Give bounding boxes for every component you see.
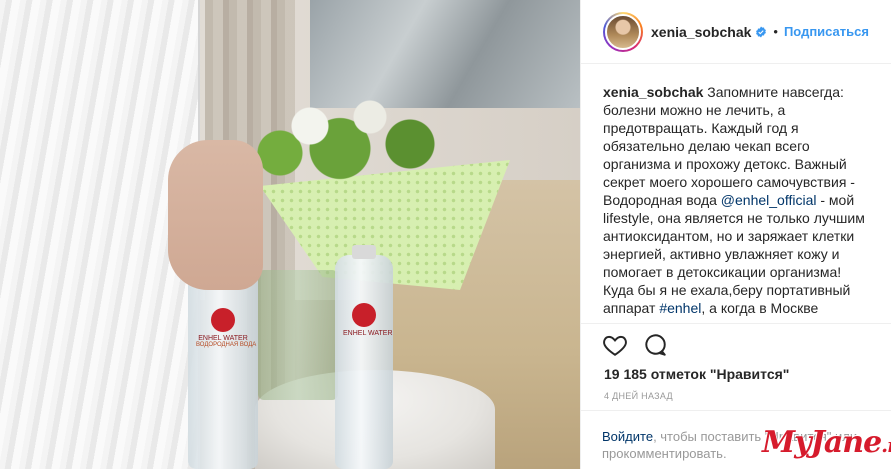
follow-button[interactable]: Подписаться	[784, 24, 869, 39]
water-bottle-2: ENHEL WATER	[335, 245, 393, 469]
caption-username[interactable]: xenia_sobchak	[603, 84, 703, 100]
avatar-image	[605, 13, 641, 50]
login-link[interactable]: Войдите	[602, 429, 653, 444]
caption-text-1: Запомните навсегда: болезни можно не леч…	[603, 84, 855, 208]
bottle-logo-icon	[211, 308, 235, 332]
caption-hashtag-link[interactable]: #enhel	[659, 300, 701, 316]
caption-text-2: - мой lifestyle, она является не только …	[603, 192, 865, 316]
watermark-suffix: .ru	[881, 433, 891, 457]
bottle-logo-icon	[352, 303, 376, 327]
caption-mention-link[interactable]: @enhel_official	[721, 192, 817, 208]
photo-vase	[258, 270, 338, 400]
watermark-main: MyJane	[762, 425, 882, 460]
avatar[interactable]	[603, 11, 643, 52]
post-photo[interactable]: ENHEL WATER ВОДОРОДНАЯ ВОДА ENHEL WATER	[0, 0, 580, 469]
post-caption: xenia_sobchak Запомните навсегда: болезн…	[581, 64, 891, 322]
post-timestamp[interactable]: 4 дней назад	[604, 391, 673, 401]
bottle-label: ENHEL WATER ВОДОРОДНАЯ ВОДА	[196, 308, 257, 362]
verified-badge-icon	[756, 26, 767, 37]
post-actions	[580, 323, 891, 365]
water-bottle: ENHEL WATER ВОДОРОДНАЯ ВОДА	[188, 250, 258, 469]
heart-icon[interactable]	[602, 332, 628, 358]
bottle-cap	[352, 245, 376, 259]
comment-icon[interactable]	[642, 332, 668, 358]
likes-count[interactable]: 19 185 отметок "Нравится"	[604, 366, 789, 382]
bottle-brand: ENHEL WATER	[343, 330, 393, 337]
header-separator: •	[773, 24, 778, 39]
bottle-subtitle: ВОДОРОДНАЯ ВОДА	[196, 342, 257, 348]
bouquet-flowers	[250, 90, 450, 180]
caption-text-3: , а когда в Москве	[701, 300, 819, 316]
header-username[interactable]: xenia_sobchak	[651, 24, 751, 40]
bottle-label: ENHEL WATER	[343, 303, 393, 357]
bottle-brand: ENHEL WATER	[198, 335, 248, 342]
watermark-logo: MyJane.ru	[762, 425, 891, 460]
photo-hand	[168, 140, 263, 290]
post-header: xenia_sobchak • Подписаться	[581, 0, 891, 64]
